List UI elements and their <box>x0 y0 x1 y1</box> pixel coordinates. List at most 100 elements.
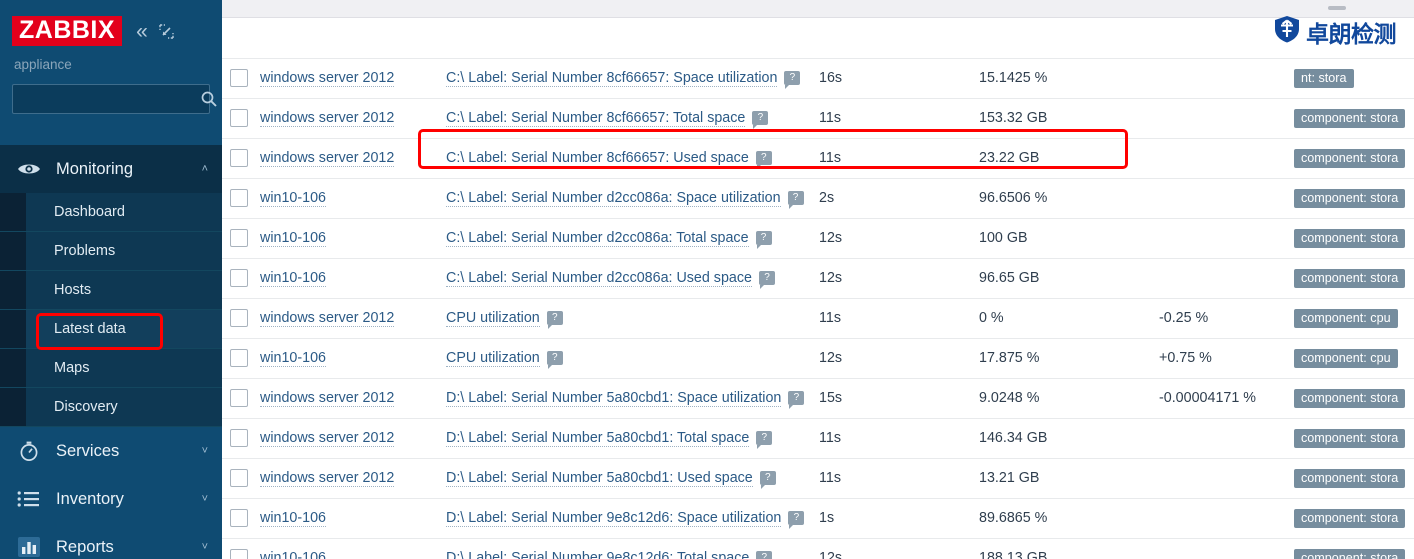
tag-chip[interactable]: component: stora <box>1294 108 1406 128</box>
sidebar-group-services[interactable]: Services ˅ <box>0 427 222 475</box>
tag-chip[interactable]: component: cpu <box>1294 308 1398 328</box>
tag-chip[interactable]: nt: stora <box>1294 68 1354 88</box>
row-checkbox[interactable] <box>230 389 248 407</box>
horizontal-scroll-thumb[interactable] <box>1328 6 1346 10</box>
host-cell: win10-106 <box>260 538 446 559</box>
host-link[interactable]: win10-106 <box>260 190 326 207</box>
tags-cell: component: stora <box>1294 458 1414 499</box>
search-icon[interactable] <box>200 90 218 108</box>
sidebar-group-inventory[interactable]: Inventory ˅ <box>0 475 222 523</box>
tag-chip[interactable]: component: stora <box>1294 188 1406 208</box>
row-checkbox[interactable] <box>230 509 248 527</box>
row-checkbox[interactable] <box>230 109 248 127</box>
host-link[interactable]: win10-106 <box>260 230 326 247</box>
last-value-cell: 146.34 GB <box>979 418 1159 459</box>
item-name-link[interactable]: C:\ Label: Serial Number 8cf66657: Space… <box>446 70 778 87</box>
search-input[interactable] <box>20 90 200 108</box>
host-link[interactable]: windows server 2012 <box>260 470 395 487</box>
item-name-cell: CPU utilization? <box>446 338 819 379</box>
info-hint-icon[interactable]: ? <box>788 511 805 529</box>
host-link[interactable]: windows server 2012 <box>260 110 395 127</box>
info-hint-icon[interactable]: ? <box>546 351 563 369</box>
host-cell: win10-106 <box>260 178 446 219</box>
info-hint-icon[interactable]: ? <box>755 151 772 169</box>
sidebar-search[interactable] <box>12 84 217 114</box>
sidebar-group-reports[interactable]: Reports ˅ <box>0 523 222 559</box>
host-link[interactable]: win10-106 <box>260 550 326 559</box>
info-hint-icon[interactable]: ? <box>546 311 563 329</box>
info-hint-icon[interactable]: ? <box>784 71 801 89</box>
sidebar-item-problems[interactable]: Problems <box>0 232 222 271</box>
zabbix-latest-data-page: ZABBIX « appliance Monitoring ˄ Dashboar… <box>0 0 1414 559</box>
row-checkbox[interactable] <box>230 349 248 367</box>
tag-chip[interactable]: component: stora <box>1294 428 1406 448</box>
row-checkbox-cell <box>222 98 260 139</box>
sidebar-group-monitoring[interactable]: Monitoring ˄ <box>0 145 222 193</box>
tag-chip[interactable]: component: stora <box>1294 508 1406 528</box>
tag-chip[interactable]: component: stora <box>1294 468 1406 488</box>
sidebar-item-discovery[interactable]: Discovery <box>0 388 222 427</box>
zabbix-logo[interactable]: ZABBIX <box>12 15 123 47</box>
sidebar-item-dashboard[interactable]: Dashboard <box>0 193 222 232</box>
sidebar-item-hosts[interactable]: Hosts <box>0 271 222 310</box>
info-hint-icon[interactable]: ? <box>752 111 769 129</box>
chevron-up-icon[interactable]: ˄ <box>202 163 208 175</box>
host-link[interactable]: windows server 2012 <box>260 150 395 167</box>
tag-chip[interactable]: component: stora <box>1294 548 1406 559</box>
info-hint-icon[interactable]: ? <box>756 551 773 559</box>
clock-icon <box>16 440 42 462</box>
host-link[interactable]: windows server 2012 <box>260 390 395 407</box>
item-name-link[interactable]: D:\ Label: Serial Number 9e8c12d6: Total… <box>446 550 749 559</box>
tag-chip[interactable]: component: stora <box>1294 268 1406 288</box>
info-hint-icon[interactable]: ? <box>758 271 775 289</box>
item-name-link[interactable]: C:\ Label: Serial Number 8cf66657: Total… <box>446 110 746 127</box>
sidebar-collapse-icon[interactable]: « <box>136 21 148 42</box>
item-name-link[interactable]: D:\ Label: Serial Number 5a80cbd1: Total… <box>446 430 750 447</box>
chevron-down-icon[interactable]: ˅ <box>202 541 208 553</box>
item-name-link[interactable]: D:\ Label: Serial Number 5a80cbd1: Used … <box>446 470 753 487</box>
last-value-cell: 13.21 GB <box>979 458 1159 499</box>
host-link[interactable]: win10-106 <box>260 270 326 287</box>
info-hint-icon[interactable]: ? <box>755 231 772 249</box>
row-checkbox[interactable] <box>230 469 248 487</box>
tag-chip[interactable]: component: stora <box>1294 228 1406 248</box>
info-hint-icon[interactable]: ? <box>756 431 773 449</box>
item-name-link[interactable]: CPU utilization <box>446 310 540 327</box>
last-value-cell: 96.6506 % <box>979 178 1159 219</box>
host-link[interactable]: win10-106 <box>260 350 326 367</box>
sidebar-item-latest-data[interactable]: Latest data <box>0 310 222 349</box>
item-name-link[interactable]: D:\ Label: Serial Number 9e8c12d6: Space… <box>446 510 782 527</box>
item-name-link[interactable]: C:\ Label: Serial Number d2cc086a: Space… <box>446 190 781 207</box>
top-scrollbar-strip[interactable] <box>222 0 1414 18</box>
chevron-down-icon[interactable]: ˅ <box>202 445 208 457</box>
host-link[interactable]: win10-106 <box>260 510 326 527</box>
item-name-link[interactable]: C:\ Label: Serial Number d2cc086a: Used … <box>446 270 752 287</box>
row-checkbox[interactable] <box>230 549 248 559</box>
item-name-link[interactable]: C:\ Label: Serial Number d2cc086a: Total… <box>446 230 749 247</box>
change-cell: -0.25 % <box>1159 298 1294 339</box>
info-hint-icon[interactable]: ? <box>787 191 804 209</box>
sidebar-item-maps[interactable]: Maps <box>0 349 222 388</box>
item-name-link[interactable]: CPU utilization <box>446 350 540 367</box>
row-checkbox[interactable] <box>230 69 248 87</box>
info-hint-icon[interactable]: ? <box>759 471 776 489</box>
row-checkbox-cell <box>222 178 260 219</box>
info-hint-icon[interactable]: ? <box>788 391 805 409</box>
row-checkbox[interactable] <box>230 149 248 167</box>
host-link[interactable]: windows server 2012 <box>260 310 395 327</box>
tag-chip[interactable]: component: stora <box>1294 148 1406 168</box>
row-checkbox[interactable] <box>230 309 248 327</box>
row-checkbox[interactable] <box>230 429 248 447</box>
host-link[interactable]: windows server 2012 <box>260 70 395 87</box>
tag-chip[interactable]: component: cpu <box>1294 348 1398 368</box>
row-checkbox[interactable] <box>230 229 248 247</box>
chevron-down-icon[interactable]: ˅ <box>202 493 208 505</box>
row-checkbox[interactable] <box>230 189 248 207</box>
row-checkbox[interactable] <box>230 269 248 287</box>
item-name-link[interactable]: C:\ Label: Serial Number 8cf66657: Used … <box>446 150 749 167</box>
tag-chip[interactable]: component: stora <box>1294 388 1406 408</box>
item-name-link[interactable]: D:\ Label: Serial Number 5a80cbd1: Space… <box>446 390 782 407</box>
host-link[interactable]: windows server 2012 <box>260 430 395 447</box>
pin-icon[interactable] <box>159 23 174 39</box>
host-cell: windows server 2012 <box>260 418 446 459</box>
